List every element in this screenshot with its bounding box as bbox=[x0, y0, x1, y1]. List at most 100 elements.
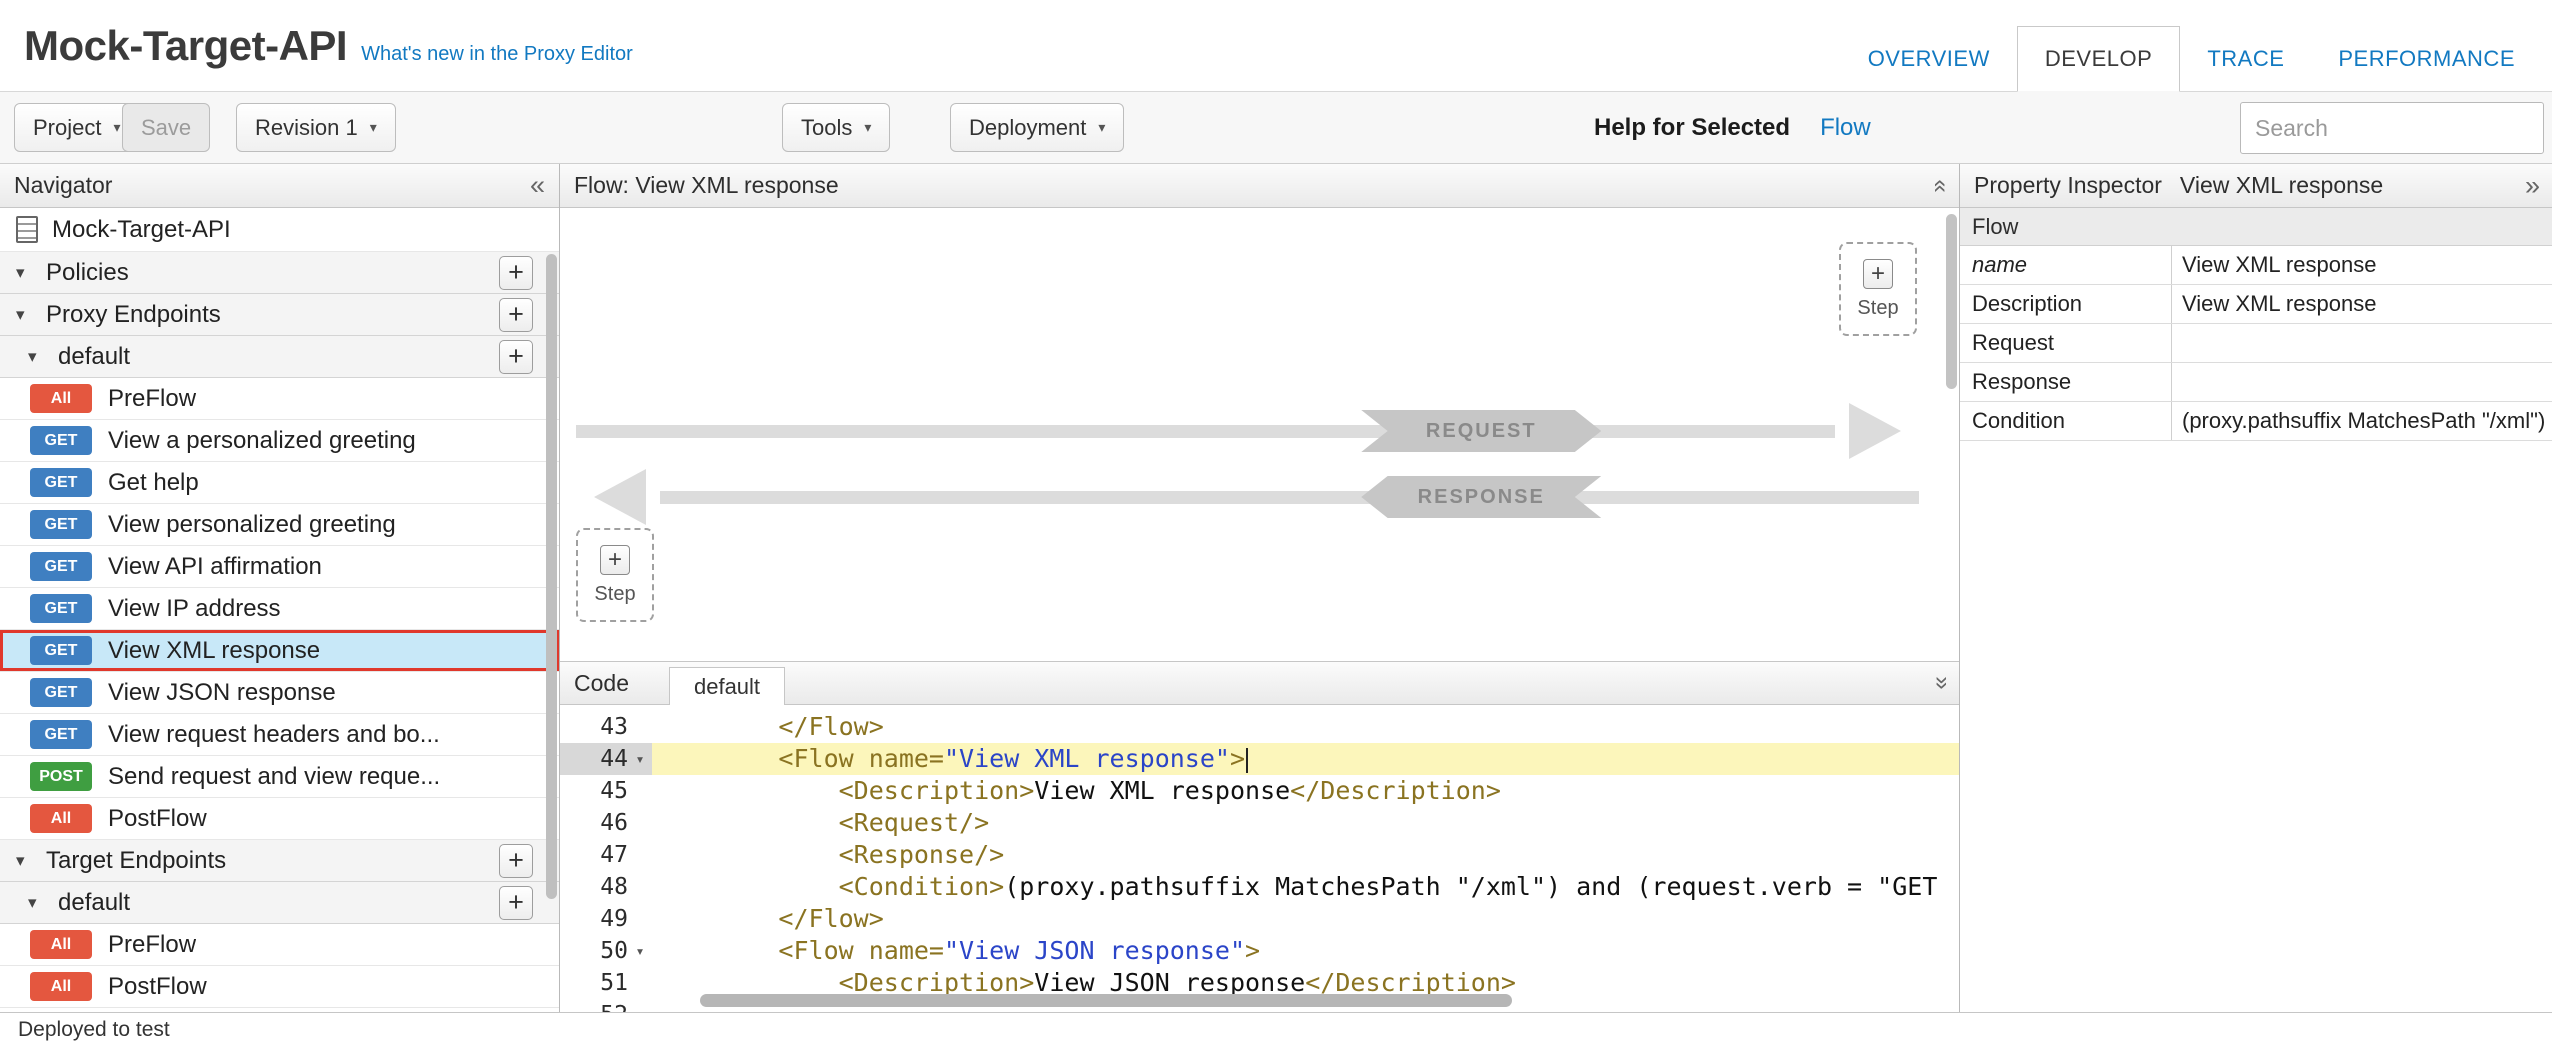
plus-icon: + bbox=[1863, 259, 1893, 289]
method-badge: All bbox=[30, 972, 92, 1001]
nav-item-label: PostFlow bbox=[108, 973, 207, 1001]
add-button[interactable]: + bbox=[499, 844, 533, 878]
response-arrowhead-icon bbox=[594, 469, 646, 525]
add-button[interactable]: + bbox=[499, 340, 533, 374]
editor-area: Flow: View XML response « + Step REQUEST… bbox=[560, 164, 1960, 1012]
property-value[interactable]: View XML response bbox=[2172, 246, 2552, 284]
navigator-header: Navigator « bbox=[0, 164, 559, 208]
request-flow-line: REQUEST bbox=[560, 410, 1935, 452]
deployment-status: Deployed to test bbox=[18, 1018, 170, 1041]
save-button[interactable]: Save bbox=[122, 103, 210, 152]
code-line[interactable]: 46 <Request/> bbox=[560, 807, 1959, 839]
nav-section-item[interactable]: ▾Policies+ bbox=[0, 252, 559, 294]
nav-flow-item[interactable]: GETGet help bbox=[0, 462, 559, 504]
code-text[interactable]: <Flow name="View XML response"> bbox=[652, 743, 1959, 775]
line-number: 48 bbox=[560, 871, 628, 903]
nav-subsection-item[interactable]: ▾default+ bbox=[0, 882, 559, 924]
method-badge: All bbox=[30, 930, 92, 959]
response-track bbox=[660, 491, 1919, 504]
search-input[interactable] bbox=[2240, 102, 2544, 154]
code-horizontal-scrollbar[interactable] bbox=[700, 994, 1512, 1007]
code-text[interactable]: </Flow> bbox=[652, 711, 1959, 743]
code-editor[interactable]: 43 </Flow>44▾ <Flow name="View XML respo… bbox=[560, 705, 1959, 1012]
whats-new-link[interactable]: What's new in the Proxy Editor bbox=[361, 43, 633, 66]
add-response-step-button[interactable]: + Step bbox=[576, 528, 654, 622]
collapse-navigator-icon[interactable]: « bbox=[530, 172, 545, 199]
nav-item-label: Send request and view reque... bbox=[108, 763, 440, 791]
property-value[interactable] bbox=[2172, 363, 2552, 401]
nav-flow-item[interactable]: All PostFlow bbox=[0, 966, 559, 1008]
nav-item-label: View API affirmation bbox=[108, 553, 322, 581]
property-value[interactable] bbox=[2172, 324, 2552, 362]
nav-flow-item[interactable]: POST Send request and view reque... bbox=[0, 756, 559, 798]
tab-trace[interactable]: TRACE bbox=[2180, 26, 2311, 92]
nav-flow-item[interactable]: GETView XML response bbox=[0, 630, 559, 672]
tools-menu-button[interactable]: Tools ▾ bbox=[782, 103, 890, 152]
nav-flow-item[interactable]: GETView API affirmation bbox=[0, 546, 559, 588]
tab-develop[interactable]: DEVELOP bbox=[2017, 26, 2180, 92]
line-number-gutter: 43 bbox=[560, 711, 652, 743]
fold-icon[interactable]: ▾ bbox=[628, 935, 652, 967]
collapse-triangle-icon[interactable]: ▾ bbox=[28, 347, 46, 367]
code-text[interactable]: <Description>View XML response</Descript… bbox=[652, 775, 1959, 807]
code-panel-header: Code default « bbox=[560, 661, 1959, 705]
code-text[interactable]: <Condition>(proxy.pathsuffix MatchesPath… bbox=[652, 871, 1959, 903]
help-area: Help for Selected Flow bbox=[1594, 92, 1871, 163]
add-button[interactable]: + bbox=[499, 256, 533, 290]
navigator-scrollbar[interactable] bbox=[546, 254, 557, 899]
collapse-code-panel-icon[interactable]: « bbox=[1928, 676, 1952, 689]
help-flow-link[interactable]: Flow bbox=[1820, 114, 1871, 142]
code-text[interactable]: <Flow name="View JSON response"> bbox=[652, 935, 1959, 967]
expand-inspector-icon[interactable]: » bbox=[2525, 172, 2540, 199]
add-request-step-button[interactable]: + Step bbox=[1839, 242, 1917, 336]
code-line[interactable]: 45 <Description>View XML response</Descr… bbox=[560, 775, 1959, 807]
inspector-rows: nameView XML responseDescriptionView XML… bbox=[1960, 246, 2552, 441]
property-value[interactable]: (proxy.pathsuffix MatchesPath "/xml") an… bbox=[2172, 402, 2552, 440]
add-button[interactable]: + bbox=[499, 298, 533, 332]
property-label: Description bbox=[1960, 285, 2172, 323]
code-line[interactable]: 44▾ <Flow name="View XML response"> bbox=[560, 743, 1959, 775]
add-button[interactable]: + bbox=[499, 886, 533, 920]
nav-section-item[interactable]: ▾Target Endpoints+ bbox=[0, 840, 559, 882]
nav-root-item[interactable]: Mock-Target-API bbox=[0, 208, 559, 252]
code-panel: Code default « 43 </Flow>44▾ <Flow name=… bbox=[560, 661, 1959, 1012]
collapse-triangle-icon[interactable]: ▾ bbox=[16, 305, 34, 325]
nav-flow-item[interactable]: GETView IP address bbox=[0, 588, 559, 630]
expand-flow-panel-icon[interactable]: « bbox=[1928, 179, 1952, 192]
nav-flow-item[interactable]: GETView personalized greeting bbox=[0, 504, 559, 546]
property-value[interactable]: View XML response bbox=[2172, 285, 2552, 323]
deployment-menu-button[interactable]: Deployment ▾ bbox=[950, 103, 1124, 152]
code-line[interactable]: 49 </Flow> bbox=[560, 903, 1959, 935]
nav-section-item[interactable]: ▾Proxy Endpoints+ bbox=[0, 294, 559, 336]
nav-flow-item[interactable]: AllPreFlow bbox=[0, 378, 559, 420]
code-line[interactable]: 48 <Condition>(proxy.pathsuffix MatchesP… bbox=[560, 871, 1959, 903]
project-menu-button[interactable]: Project ▾ bbox=[14, 103, 140, 152]
flow-panel: Flow: View XML response « + Step REQUEST… bbox=[560, 164, 1959, 661]
code-text[interactable]: <Response/> bbox=[652, 839, 1959, 871]
nav-flow-item[interactable]: GETView a personalized greeting bbox=[0, 420, 559, 462]
toolbar: Project ▾ Save Revision 1 ▾ Tools ▾ Depl… bbox=[0, 92, 2552, 164]
fold-icon bbox=[628, 999, 652, 1012]
code-text[interactable]: <Request/> bbox=[652, 807, 1959, 839]
collapse-triangle-icon[interactable]: ▾ bbox=[16, 851, 34, 871]
nav-flow-item[interactable]: AllPreFlow bbox=[0, 924, 559, 966]
code-line[interactable]: 43 </Flow> bbox=[560, 711, 1959, 743]
nav-flow-item[interactable]: GETView JSON response bbox=[0, 672, 559, 714]
collapse-triangle-icon[interactable]: ▾ bbox=[28, 893, 46, 913]
revision-menu-button[interactable]: Revision 1 ▾ bbox=[236, 103, 396, 152]
fold-icon[interactable]: ▾ bbox=[628, 743, 652, 775]
step-button-label: Step bbox=[594, 583, 635, 606]
code-text[interactable]: </Flow> bbox=[652, 903, 1959, 935]
code-tab-default[interactable]: default bbox=[669, 667, 785, 705]
nav-subsection-item[interactable]: ▾default+ bbox=[0, 336, 559, 378]
collapse-triangle-icon[interactable]: ▾ bbox=[16, 263, 34, 283]
code-line[interactable]: 50▾ <Flow name="View JSON response"> bbox=[560, 935, 1959, 967]
nav-flow-item[interactable]: GETView request headers and bo... bbox=[0, 714, 559, 756]
tab-performance[interactable]: PERFORMANCE bbox=[2311, 26, 2542, 92]
method-badge: POST bbox=[30, 762, 92, 791]
flow-scrollbar[interactable] bbox=[1946, 214, 1957, 389]
nav-flow-item[interactable]: AllPostFlow bbox=[0, 798, 559, 840]
tab-overview[interactable]: OVERVIEW bbox=[1841, 26, 2017, 92]
line-number: 46 bbox=[560, 807, 628, 839]
code-line[interactable]: 47 <Response/> bbox=[560, 839, 1959, 871]
